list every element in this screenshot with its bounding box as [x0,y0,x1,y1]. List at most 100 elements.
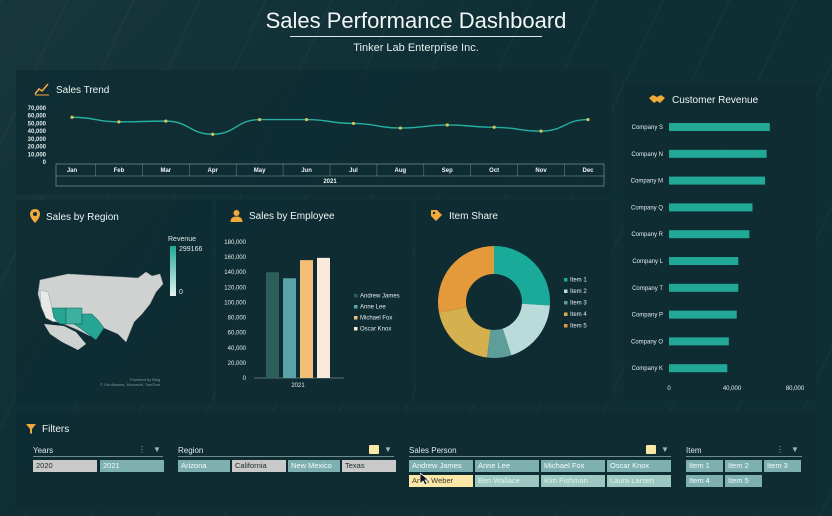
trend-x-tick: Jul [349,168,358,174]
region-multiselect-button[interactable] [369,445,379,454]
employee-legend-label: Anne Lee [360,305,386,311]
trend-point-dec [586,117,590,122]
region-clear-filter-icon[interactable]: ▼ [384,445,392,454]
employee-y-tick: 180,000 [224,240,246,246]
trend-chart-icon [34,82,50,98]
customer-label: Company L [632,259,663,265]
customer-label: Company S [632,125,663,131]
item-share-title: Item Share [430,209,498,224]
filter-chip-item-5[interactable]: Item 5 [725,475,762,487]
employee-legend-label: Andrew James [360,294,400,300]
customer-bar-company-o [669,337,729,346]
trend-y-tick: 0 [43,160,47,166]
employee-y-tick: 160,000 [224,255,246,261]
funnel-icon [26,423,36,436]
filter-chip-item-1[interactable]: Item 1 [686,460,723,472]
trend-point-oct [492,125,496,129]
trend-y-tick: 40,000 [28,129,47,135]
donut-legend-swatch [564,324,568,328]
tag-icon [430,209,443,224]
trend-x-tick: Jan [67,168,78,174]
years-filter-label: Years [33,446,54,455]
filters-title-text: Filters [42,424,70,435]
employee-legend-label: Michael Fox [360,316,392,322]
region-legend-label: Revenue [168,236,197,243]
employee-x-tick: 2021 [291,383,305,389]
filter-chip-sales-person-anne-lee[interactable]: Anne Lee [475,460,539,472]
filter-chip-sales-person-kim-fishman[interactable]: Kim Fishman [541,475,605,487]
customer-bar-company-m [669,176,766,185]
trend-point-aug [398,126,402,130]
sales-by-region-title: Sales by Region [30,209,119,225]
sales-by-employee-title-text: Sales by Employee [249,211,335,222]
mouse-cursor-icon [420,473,429,486]
sales-person-clear-filter-icon[interactable]: ▼ [661,445,669,454]
trend-x-tick: Mar [160,168,171,174]
trend-y-tick: 30,000 [28,137,47,143]
map-pin-icon [30,209,40,225]
filter-chip-sales-person-oscar-knox[interactable]: Oscar Knox [607,460,671,472]
map-credit-line-2: © GeoNames, Microsoft, TomTom [100,382,160,387]
trend-point-feb [117,120,121,124]
filter-chip-region-california[interactable]: California [232,460,286,472]
donut-legend-label: Item 3 [570,301,587,307]
filter-chip-years-2020[interactable]: 2020 [33,460,97,472]
region-filter-label: Region [178,446,204,455]
customer-revenue-title: Customer Revenue [648,93,758,107]
filter-chip-item-4[interactable]: Item 4 [686,475,723,487]
employee-y-tick: 100,000 [224,300,246,306]
trend-point-jan [70,115,74,119]
donut-legend-swatch [564,278,568,282]
customer-bar-company-k [669,364,728,373]
trend-y-tick: 50,000 [28,121,47,127]
customer-x-tick: 0 [667,386,671,392]
handshake-icon [648,93,666,107]
customer-bar-company-l [669,257,739,265]
filter-chip-region-texas[interactable]: Texas [342,460,396,472]
employee-y-tick: 80,000 [228,316,247,322]
page-title: Sales Performance Dashboard [265,8,567,33]
trend-y-tick: 60,000 [28,114,47,120]
customer-label: Company Q [631,205,663,211]
customer-revenue-chart: Company S Company N Company M Company Q Comp… [631,123,805,392]
trend-x-tick: Dec [582,168,594,174]
customer-bar-company-n [669,149,767,158]
filter-chip-sales-person-laura-larsen[interactable]: Laura Larsen [607,475,671,487]
customer-bar-company-s [669,123,770,131]
sales-person-filter-label: Sales Person [409,446,457,455]
region-filter-divider [178,456,394,457]
sales-by-employee-chart: 180,000 160,000 140,000 120,000 100,000 80,00… [224,240,400,389]
filter-chip-sales-person-andrew-james[interactable]: Andrew James [409,460,473,472]
sales-trend-chart: 70,000 60,00050,000 40,000 30,000 20,00010,0… [28,106,605,187]
employee-bar-michael-fox [300,260,313,378]
employee-legend-swatch [354,294,358,298]
filter-chip-sales-person-anita-weber[interactable]: Anita Weber [409,475,473,487]
region-new-mexico [65,307,83,325]
filter-chip-sales-person-ben-wallace[interactable]: Ben Wallace [475,475,539,487]
region-legend-max: 299166 [179,246,203,253]
sales-person-multiselect-button[interactable] [646,445,656,454]
item-clear-filter-icon[interactable]: ▼ [791,445,799,454]
filter-chip-years-2021[interactable]: 2021 [100,460,164,472]
item-filter-label: Item [686,446,702,455]
trend-y-tick: 10,000 [28,152,47,158]
filter-chip-region-arizona[interactable]: Arizona [178,460,230,472]
item-multiselect-icon[interactable]: ⋮ [776,445,784,454]
trend-x-tick: Apr [208,168,219,174]
years-filter-divider [33,456,163,457]
sales-trend-title-text: Sales Trend [56,84,110,96]
us-map[interactable] [30,262,170,352]
filter-chip-item-3[interactable]: Item 3 [764,460,801,472]
filter-chip-item-2[interactable]: Item 2 [725,460,762,472]
trend-x-tick: Sep [442,168,453,174]
employee-y-tick: 40,000 [228,346,247,352]
employee-y-tick: 140,000 [224,270,246,276]
item-filter-divider [686,456,802,457]
filter-chip-region-new-mexico[interactable]: New Mexico [288,460,340,472]
filter-chip-sales-person-michael-fox[interactable]: Michael Fox [541,460,605,472]
years-clear-filter-icon[interactable]: ▼ [153,445,161,454]
years-multiselect-icon[interactable]: ⋮ [138,445,146,454]
donut-legend-label: Item 4 [570,312,587,318]
page-subtitle: Tinker Lab Enterprise Inc. [353,42,479,54]
trend-point-jul [351,121,356,126]
